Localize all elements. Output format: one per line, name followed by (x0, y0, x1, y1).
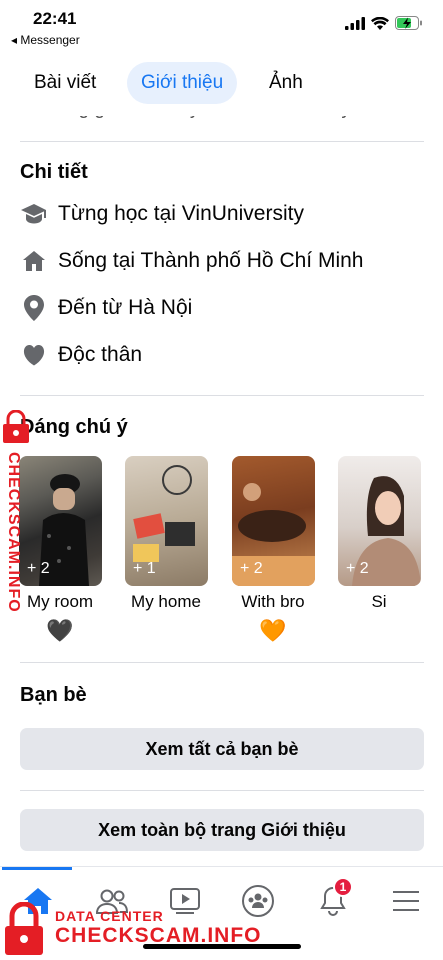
profile-tabs: Bài viết Giới thiệu Ảnh (0, 56, 443, 116)
detail-value: VinUniversity (181, 202, 304, 225)
divider (20, 395, 424, 396)
watermark-line-big: CHECKSCAM.INFO (55, 924, 262, 947)
hamburger-menu-icon (393, 891, 419, 911)
featured-item-4[interactable]: + 2 (338, 456, 421, 586)
signal-icon (345, 16, 365, 30)
watermark-lock-icon (5, 902, 43, 955)
watermark-lock-icon (3, 410, 29, 443)
featured-label: Si (371, 592, 387, 611)
battery-charging-icon (395, 16, 422, 30)
graduation-cap-icon (20, 200, 48, 228)
heart-icon (20, 341, 48, 369)
featured-label: My home (131, 592, 201, 611)
notification-badge: 1 (333, 877, 353, 897)
location-pin-icon (20, 294, 48, 322)
featured-count: + 2 (240, 560, 263, 577)
detail-value: Hà Nội (128, 296, 193, 319)
friends-title: Bạn bè (20, 684, 87, 706)
featured-item-1[interactable]: + 2 (19, 456, 102, 586)
detail-education[interactable]: Từng học tại VinUniversity (20, 198, 304, 230)
status-bar: 22:41 ◂ Messenger (0, 0, 443, 52)
detail-relationship[interactable]: Độc thân (20, 339, 142, 371)
tab-photos[interactable]: Ảnh (255, 62, 317, 104)
divider (20, 141, 424, 142)
black-heart-emoji: 🖤 (46, 618, 74, 643)
back-to-messenger[interactable]: ◂ Messenger (11, 33, 80, 47)
detail-from[interactable]: Đến từ Hà Nội (20, 292, 192, 324)
menu-tab[interactable] (386, 881, 426, 921)
tab-about[interactable]: Giới thiệu (127, 62, 238, 104)
featured-label: My room (26, 592, 94, 611)
active-tab-indicator (2, 867, 72, 870)
featured-item-2[interactable]: + 1 (125, 456, 208, 586)
featured-count: + 1 (133, 560, 156, 577)
divider (20, 790, 424, 791)
watermark-bottom: DATA CENTER CHECKSCAM.INFO (55, 908, 262, 948)
orange-heart-emoji: 🧡 (259, 618, 287, 643)
detail-prefix: Từng học tại (58, 202, 182, 225)
detail-prefix: Sống tại (58, 249, 141, 272)
featured-label: With bro (241, 592, 305, 611)
featured-title: Đáng chú ý (20, 416, 128, 438)
detail-prefix: Đến từ (58, 296, 129, 319)
details-title: Chi tiết (20, 161, 88, 183)
detail-prefix: Độc thân (58, 343, 143, 366)
see-all-friends-button[interactable]: Xem tất cả bạn bè (20, 728, 424, 770)
profile-about-screen: 22:41 ◂ Messenger Letting go isn't easy … (0, 0, 443, 960)
watermark-vertical-text: CHECKSCAM.INFO (5, 452, 22, 613)
divider (20, 662, 424, 663)
tab-posts[interactable]: Bài viết (20, 62, 110, 104)
home-icon (20, 247, 48, 275)
status-time: 22:41 (33, 9, 77, 28)
see-all-about-button[interactable]: Xem toàn bộ trang Giới thiệu (20, 809, 424, 851)
notifications-tab[interactable]: 1 (313, 877, 353, 921)
featured-count: + 2 (346, 560, 369, 577)
detail-lives-in[interactable]: Sống tại Thành phố Hồ Chí Minh (20, 245, 363, 277)
wifi-icon (371, 16, 389, 30)
watermark-line-small: DATA CENTER (55, 908, 164, 924)
system-icons (345, 16, 423, 30)
detail-value: Thành phố Hồ Chí Minh (140, 249, 364, 272)
featured-item-3[interactable]: + 2 (232, 456, 315, 586)
featured-count: + 2 (27, 560, 50, 577)
